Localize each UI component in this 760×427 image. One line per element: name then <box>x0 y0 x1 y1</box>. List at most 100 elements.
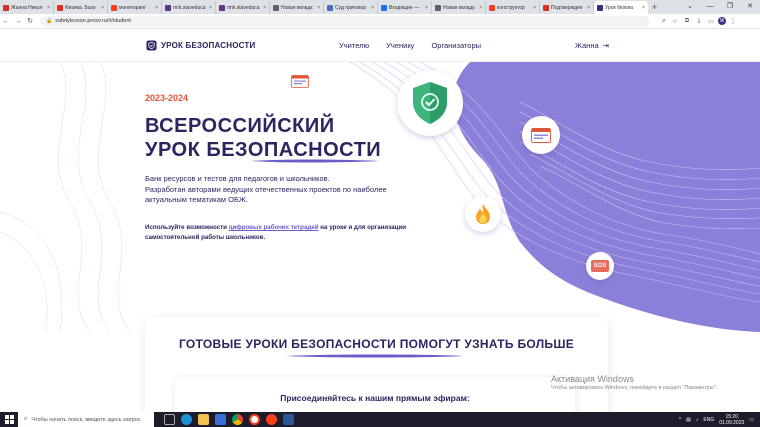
browser-tab[interactable]: Входящие — × <box>378 1 432 14</box>
browser-tab[interactable]: Суд приговор × <box>324 1 378 14</box>
site-logo[interactable]: УРОК БЕЗОПАСНОСТИ <box>146 40 255 51</box>
user-menu[interactable]: Жанна ⇥ <box>575 41 609 50</box>
hero-desc-line3: актуальным тематикам ОБЖ. <box>145 195 248 204</box>
tab-favicon-icon <box>3 4 9 11</box>
url-field[interactable]: 🔒 safetylesson.prosv.ru/#/student <box>40 15 650 27</box>
url-text: safetylesson.prosv.ru/#/student <box>55 18 131 24</box>
browser-menu-icon[interactable]: ⋮ <box>728 18 738 25</box>
fire-badge <box>465 196 501 232</box>
file-explorer-icon[interactable] <box>198 414 209 425</box>
live-streams-title: Присоединяйтесь к нашим прямым эфирам: <box>280 393 470 403</box>
logout-icon[interactable]: ⇥ <box>603 41 609 50</box>
tab-close-icon[interactable]: × <box>479 5 482 11</box>
bookmark-star-icon[interactable]: ☆ <box>670 18 680 25</box>
start-button[interactable] <box>0 412 18 427</box>
clock-date: 01.09.2023 <box>719 419 745 426</box>
downloads-icon[interactable]: ⤓ <box>694 18 704 25</box>
clock[interactable]: 15:20 01.09.2023 <box>719 414 744 426</box>
back-button[interactable]: ← <box>0 18 12 25</box>
search-icon: ⌕ <box>24 416 28 422</box>
tab-close-icon[interactable]: × <box>101 5 104 11</box>
side-panel-icon[interactable]: ▭ <box>706 18 716 25</box>
window-controls: ⌄ — ❐ ✕ <box>680 0 760 14</box>
sos-badge: SOS <box>586 252 614 280</box>
tab-favicon-icon <box>165 4 171 11</box>
tab-close-icon[interactable]: × <box>47 5 50 11</box>
tab-close-icon[interactable]: × <box>317 5 320 11</box>
hero-title-line1: ВСЕРОССИЙСКИЙ <box>145 115 335 137</box>
tab-favicon-icon <box>381 4 387 11</box>
browser-tab[interactable]: rmk.staveduca × <box>162 1 216 14</box>
browser-tab[interactable]: конструктор × <box>486 1 540 14</box>
tab-close-icon[interactable]: × <box>263 5 266 11</box>
browser-tab[interactable]: Физика. Базо × <box>54 1 108 14</box>
browser-tab[interactable]: Подтвержден × <box>540 1 594 14</box>
sos-label: SOS <box>591 260 609 272</box>
share-icon[interactable]: ↗ <box>658 18 668 25</box>
note-text-pre: Используйте возможности <box>145 224 229 231</box>
browser-tab[interactable]: Новая вкладк × <box>432 1 486 14</box>
taskbar-search-placeholder: Чтобы начать поиск, введите здесь запрос <box>31 416 141 423</box>
windows-activation-title: Активация Windows <box>551 374 634 384</box>
tab-close-icon[interactable]: × <box>209 5 212 11</box>
extensions-icon[interactable]: ⧉ <box>682 18 692 25</box>
forward-button[interactable]: → <box>12 18 24 25</box>
browser-tab[interactable]: Новая вкладк × <box>270 1 324 14</box>
taskbar-apps <box>164 414 294 425</box>
tab-close-icon[interactable]: × <box>425 5 428 11</box>
task-view-icon[interactable] <box>164 414 175 425</box>
browser-tab[interactable]: Жанна Никол × <box>0 1 54 14</box>
tray-chevron-icon[interactable]: ^ <box>679 417 681 423</box>
browser-tab[interactable]: мониторинг × <box>108 1 162 14</box>
hero-year: 2023-2024 <box>145 93 189 103</box>
profile-avatar[interactable]: Ж <box>718 17 726 25</box>
tab-label: Новая вкладк <box>443 4 475 11</box>
site-header: УРОК БЕЗОПАСНОСТИ Учителю Ученику Органи… <box>0 30 760 62</box>
computer-screen-icon <box>531 127 551 143</box>
edge-icon[interactable] <box>181 414 192 425</box>
tab-close-icon[interactable]: × <box>587 5 590 11</box>
hero-description: Банк ресурсов и тестов для педагогов и ш… <box>145 174 445 206</box>
windows-taskbar: ⌕ Чтобы начать поиск, введите здесь запр… <box>0 412 760 427</box>
tab-favicon-icon <box>111 4 117 11</box>
tab-label: конструктор <box>497 4 525 11</box>
tab-favicon-icon <box>435 4 441 11</box>
store-icon[interactable] <box>215 414 226 425</box>
browser-tab[interactable]: rmk.staveduca × <box>216 1 270 14</box>
logo-text: УРОК БЕЗОПАСНОСТИ <box>161 41 256 50</box>
nav-student[interactable]: Ученику <box>386 41 414 50</box>
tab-favicon-icon <box>219 4 225 11</box>
new-tab-button[interactable]: + <box>648 1 661 14</box>
close-window-button[interactable]: ✕ <box>740 0 760 14</box>
tab-label: Новая вкладк <box>281 4 313 11</box>
nav-teacher[interactable]: Учителю <box>339 41 369 50</box>
tab-close-icon[interactable]: × <box>155 5 158 11</box>
nav-organizers[interactable]: Организаторы <box>431 41 481 50</box>
yandex-browser-icon[interactable] <box>249 414 260 425</box>
tab-favicon-icon <box>273 4 279 11</box>
reload-button[interactable]: ↻ <box>24 17 36 25</box>
maximize-button[interactable]: ❐ <box>720 0 740 14</box>
hero-desc-line1: Банк ресурсов и тестов для педагогов и ш… <box>145 174 330 183</box>
notifications-icon[interactable]: ▭ <box>749 417 754 423</box>
chrome-icon[interactable] <box>232 414 243 425</box>
tab-label: Жанна Никол <box>11 4 43 11</box>
web-page: УРОК БЕЗОПАСНОСТИ Учителю Ученику Органи… <box>0 30 760 412</box>
tab-close-icon[interactable]: × <box>642 5 645 11</box>
tab-search-button[interactable]: ⌄ <box>680 0 700 14</box>
browser-tab[interactable]: Урок безопа × <box>594 1 648 14</box>
word-icon[interactable] <box>283 414 294 425</box>
user-name: Жанна <box>575 41 599 50</box>
taskbar-search[interactable]: ⌕ Чтобы начать поиск, введите здесь запр… <box>18 412 154 427</box>
tab-close-icon[interactable]: × <box>533 5 536 11</box>
network-icon[interactable]: ▤ <box>686 417 691 423</box>
yandex-icon[interactable] <box>266 414 277 425</box>
volume-icon[interactable]: ♪ <box>696 417 699 423</box>
windows-logo-icon <box>4 415 14 424</box>
tab-label: Суд приговор <box>335 4 367 11</box>
minimize-button[interactable]: — <box>700 0 720 14</box>
language-indicator[interactable]: ENG <box>703 417 714 423</box>
workbooks-link[interactable]: цифровых рабочих тетрадей <box>229 224 319 231</box>
hero-note: Используйте возможности цифровых рабочих… <box>145 223 435 242</box>
tab-close-icon[interactable]: × <box>371 5 374 11</box>
